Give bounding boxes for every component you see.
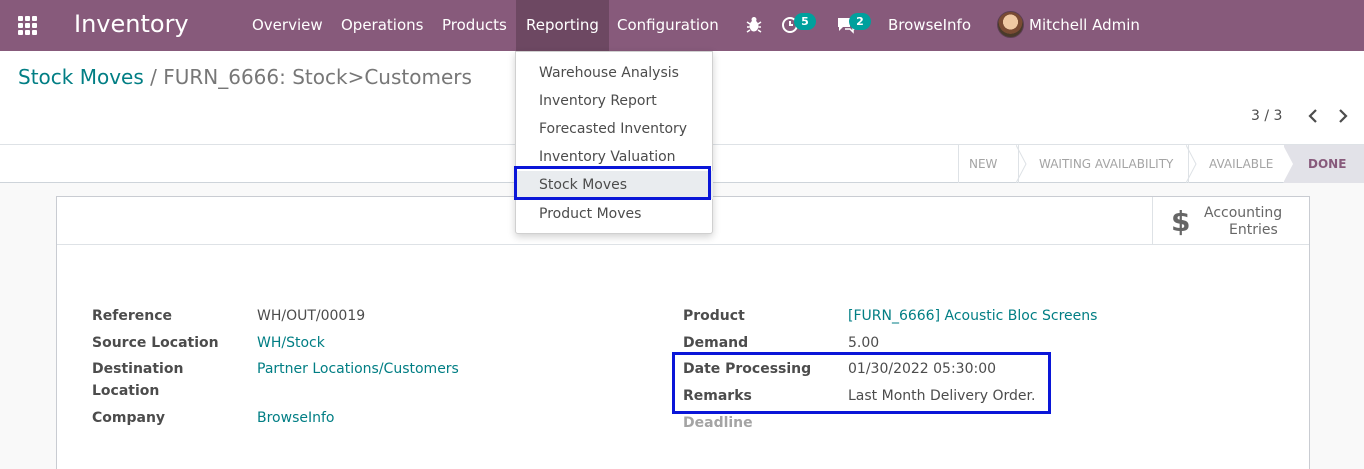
accounting-entries-label: Accounting Entries xyxy=(1204,205,1283,238)
destination-location-label: Destination Location xyxy=(92,361,184,399)
stock-moves-highlight xyxy=(514,166,711,200)
stage-chevron-icon xyxy=(1016,145,1028,183)
pager-previous-icon[interactable] xyxy=(1306,107,1320,125)
stage-available: AVAILABLE xyxy=(1188,145,1284,183)
source-location-link[interactable]: WH/Stock xyxy=(257,332,325,354)
demand-label: Demand xyxy=(683,335,749,351)
activity-count-badge: 5 xyxy=(794,13,816,30)
reference-value: WH/OUT/00019 xyxy=(257,308,366,324)
pager-next-icon[interactable] xyxy=(1336,107,1350,125)
app-title[interactable]: Inventory xyxy=(74,10,189,38)
dollar-icon: $ xyxy=(1171,205,1191,238)
product-link[interactable]: [FURN_6666] Acoustic Bloc Screens xyxy=(848,305,1097,327)
menu-item-product-moves[interactable]: Product Moves xyxy=(517,200,713,228)
pager-value[interactable]: 3 / 3 xyxy=(1251,108,1282,124)
reporting-dropdown-menu: Warehouse Analysis Inventory Report Fore… xyxy=(515,51,713,234)
user-menu[interactable]: Mitchell Admin (bi_all_in_one_stock_back… xyxy=(1019,0,1364,85)
breadcrumb: Stock Moves / FURN_6666: Stock>Customers xyxy=(18,65,472,89)
company-link[interactable]: BrowseInfo xyxy=(257,407,334,429)
accounting-entries-button[interactable]: $ Accounting Entries xyxy=(1152,197,1309,245)
menu-item-warehouse-analysis[interactable]: Warehouse Analysis xyxy=(517,59,713,87)
company-label: Company xyxy=(92,410,166,426)
menu-products[interactable]: Products xyxy=(432,0,517,51)
date-remarks-highlight xyxy=(672,352,1051,414)
demand-value: 5.00 xyxy=(848,335,880,351)
menu-item-inventory-report[interactable]: Inventory Report xyxy=(517,87,713,115)
breadcrumb-parent-link[interactable]: Stock Moves xyxy=(18,65,144,89)
menu-overview[interactable]: Overview xyxy=(242,0,333,51)
debug-bug-icon[interactable] xyxy=(746,14,762,36)
stage-chevron-icon xyxy=(1186,145,1198,183)
top-navbar: Inventory Overview Operations Products R… xyxy=(0,0,1364,85)
destination-location-link[interactable]: Partner Locations/Customers xyxy=(257,358,459,380)
stage-waiting-availability: WAITING AVAILABILITY xyxy=(1018,145,1188,183)
deadline-label: Deadline xyxy=(683,415,753,431)
stage-new: NEW xyxy=(958,145,1018,183)
stage-done: DONE xyxy=(1284,145,1364,183)
stage-chevron-icon xyxy=(1283,145,1295,183)
breadcrumb-current: FURN_6666: Stock>Customers xyxy=(163,65,472,89)
menu-item-forecasted-inventory[interactable]: Forecasted Inventory xyxy=(517,115,713,143)
menu-reporting[interactable]: Reporting xyxy=(516,0,609,51)
menu-operations[interactable]: Operations xyxy=(331,0,433,51)
reference-label: Reference xyxy=(92,308,173,324)
form-sheet: $ Accounting Entries Reference WH/OUT/00… xyxy=(56,196,1310,469)
product-label: Product xyxy=(683,308,745,324)
apps-grid-icon[interactable] xyxy=(18,16,38,35)
menu-configuration[interactable]: Configuration xyxy=(607,0,729,51)
company-switcher[interactable]: BrowseInfo xyxy=(878,0,981,51)
source-location-label: Source Location xyxy=(92,335,219,351)
messages-count-badge: 2 xyxy=(849,13,871,30)
breadcrumb-separator: / xyxy=(150,65,157,89)
